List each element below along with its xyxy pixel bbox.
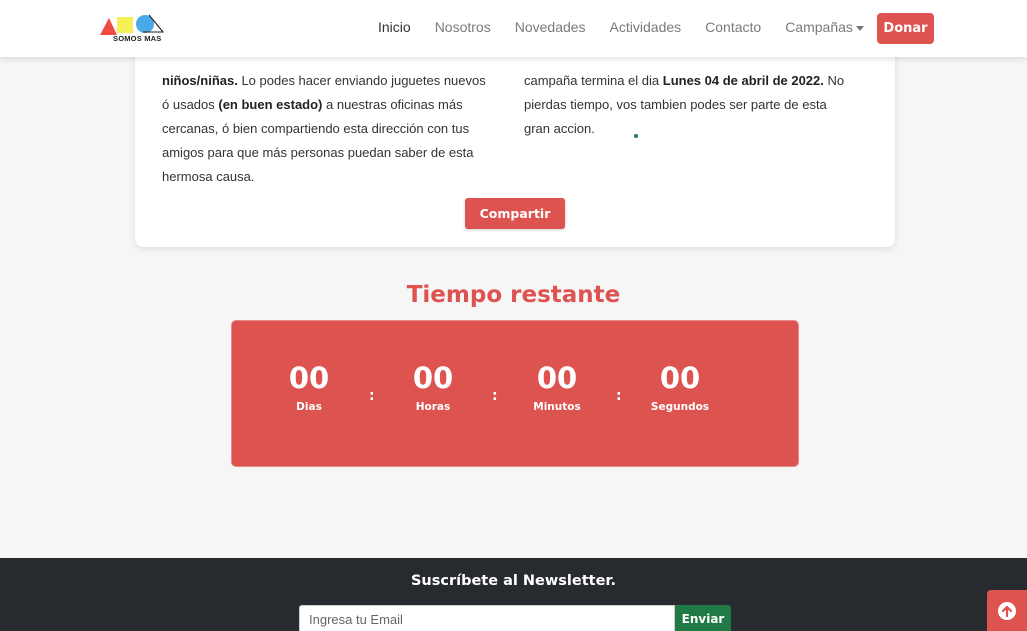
minutes-value: 00	[536, 361, 578, 395]
nav-links: Inicio Nosotros Novedades Actividades Co…	[378, 19, 888, 35]
countdown-title: Tiempo restante	[406, 282, 621, 308]
text: cercanas, ó bien compartiendo esta direc…	[162, 121, 470, 136]
navbar: SOMOS MAS Inicio Nosotros Novedades Acti…	[0, 0, 1027, 57]
donate-button[interactable]: Donar	[877, 13, 934, 44]
text: No	[823, 73, 845, 88]
countdown-box: 00 Dias : 00 Horas : 00 Minutos : 00 Seg…	[231, 320, 799, 467]
countdown-minutes: 00 Minutos	[512, 363, 602, 413]
text: campaña termina el dia	[524, 73, 663, 88]
nav-link-novedades[interactable]: Novedades	[515, 19, 586, 35]
send-button[interactable]: Enviar	[675, 605, 731, 631]
caret-down-icon	[855, 25, 864, 31]
footer: Suscríbete al Newsletter. Enviar	[0, 558, 1027, 631]
arrow-up-circle-icon	[998, 601, 1016, 620]
seconds-value: 00	[659, 361, 701, 395]
scroll-top-button[interactable]	[987, 590, 1027, 631]
countdown-separator: :	[369, 388, 375, 404]
text: ó usados	[162, 97, 219, 112]
loading-dot	[634, 134, 638, 138]
minutes-label: Minutos	[533, 401, 581, 413]
newsletter-title: Suscríbete al Newsletter.	[410, 573, 617, 589]
nav-dropdown-label: Campañas	[785, 19, 853, 35]
logo-text: SOMOS MAS	[113, 34, 162, 43]
somos-mas-logo[interactable]: SOMOS MAS	[99, 12, 171, 46]
campaign-description-left: niños/niñas. Lo podes hacer enviando jug…	[162, 69, 507, 189]
email-input[interactable]	[299, 605, 675, 631]
hours-label: Horas	[415, 401, 451, 413]
text: a nuestras oficinas más	[322, 97, 463, 112]
days-label: Dias	[296, 401, 322, 413]
countdown-seconds: 00 Segundos	[635, 363, 725, 413]
text: hermosa causa.	[162, 169, 255, 184]
text-bold: (en buen estado)	[218, 97, 323, 112]
text-bold: Lunes 04 de abril de 2022.	[662, 73, 824, 88]
text: amigos para que más personas puedan sabe…	[162, 145, 474, 160]
countdown-hours: 00 Horas	[388, 363, 478, 413]
text: pierdas tiempo, vos tambien podes ser pa…	[524, 97, 827, 112]
text-bold: niños/niñas.	[162, 73, 238, 88]
text: Lo podes hacer enviando juguetes nuevos	[237, 73, 486, 88]
nav-dropdown-campanas[interactable]: Campañas	[785, 19, 864, 35]
countdown-separator: :	[616, 388, 622, 404]
nav-link-inicio[interactable]: Inicio	[378, 19, 411, 35]
nav-link-actividades[interactable]: Actividades	[610, 19, 682, 35]
days-value: 00	[288, 361, 330, 395]
seconds-label: Segundos	[650, 401, 710, 413]
campaign-description-right: campaña termina el dia Lunes 04 de abril…	[524, 69, 864, 141]
nav-link-nosotros[interactable]: Nosotros	[435, 19, 491, 35]
countdown-days: 00 Dias	[264, 363, 354, 413]
nav-link-contacto[interactable]: Contacto	[705, 19, 761, 35]
hours-value: 00	[412, 361, 454, 395]
share-button[interactable]: Compartir	[465, 198, 565, 229]
countdown-separator: :	[492, 388, 498, 404]
text: gran accion.	[524, 121, 595, 136]
